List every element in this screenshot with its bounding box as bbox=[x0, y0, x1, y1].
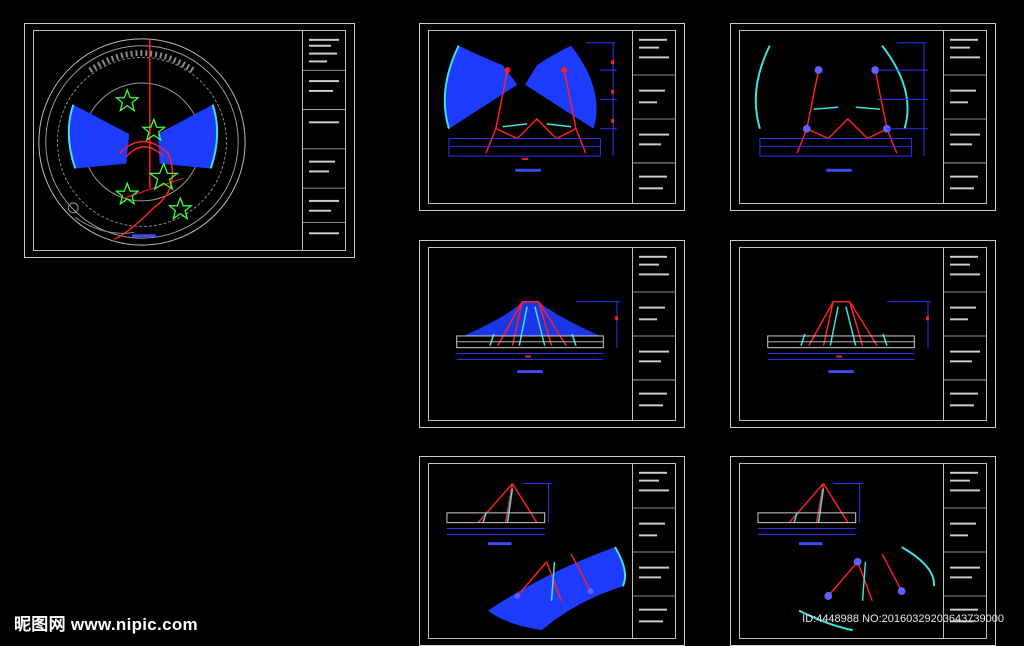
section-sheet-2[interactable] bbox=[730, 240, 996, 428]
elevation-drawing[interactable] bbox=[740, 31, 944, 203]
canopy-right bbox=[157, 104, 218, 169]
title-block bbox=[632, 464, 675, 638]
watermark-id: ID:4448988 NO:20160329203643739000 bbox=[802, 613, 1004, 625]
elevation-sheet-1[interactable] bbox=[419, 23, 685, 211]
plan-drawing[interactable] bbox=[34, 31, 303, 250]
title-block bbox=[943, 248, 986, 420]
sheet-border bbox=[739, 247, 987, 421]
watermark-brand: 昵图网 www.nipic.com bbox=[14, 615, 198, 634]
section-view-svg bbox=[456, 301, 620, 374]
sheet-border bbox=[428, 30, 676, 204]
section-sheet-1[interactable] bbox=[419, 240, 685, 428]
side-sheet-1[interactable] bbox=[419, 456, 685, 646]
side-drawing[interactable] bbox=[740, 464, 944, 638]
title-block bbox=[943, 31, 986, 203]
sheet-border bbox=[428, 247, 676, 421]
side-view-svg bbox=[446, 483, 626, 631]
side-drawing[interactable] bbox=[429, 464, 633, 638]
title-block bbox=[632, 248, 675, 420]
plan-sheet[interactable] bbox=[24, 23, 355, 258]
sheet-border bbox=[33, 30, 346, 251]
section-drawing[interactable] bbox=[740, 248, 944, 420]
plan-view-svg bbox=[38, 38, 246, 246]
front-view-svg bbox=[443, 42, 617, 172]
title-block bbox=[632, 31, 675, 203]
section-drawing[interactable] bbox=[429, 248, 633, 420]
section-outline-svg bbox=[767, 301, 931, 374]
elevation-drawing[interactable] bbox=[429, 31, 633, 203]
title-block bbox=[302, 31, 345, 250]
canopy-left bbox=[68, 104, 130, 169]
sheet-border bbox=[428, 463, 676, 639]
side-outline-svg bbox=[757, 483, 935, 632]
title-block bbox=[943, 464, 986, 638]
sheet-border bbox=[739, 30, 987, 204]
elevation-sheet-2[interactable] bbox=[730, 23, 996, 211]
front-outline-svg bbox=[754, 42, 928, 172]
